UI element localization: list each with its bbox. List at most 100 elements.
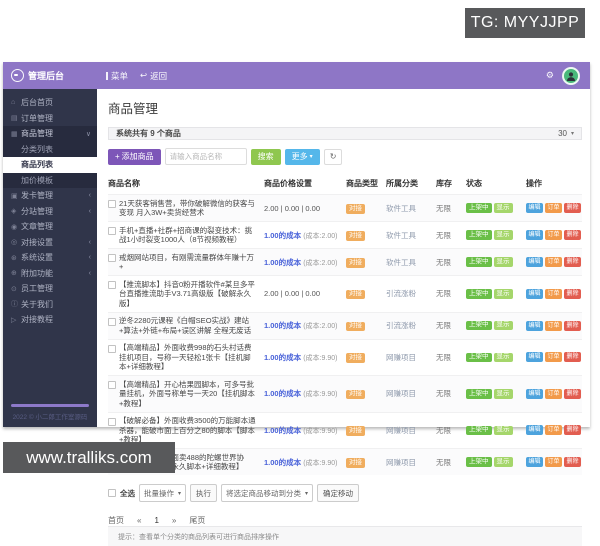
row-checkbox[interactable] [108, 381, 116, 389]
move-category-select[interactable]: 将选定商品移动到分类 ▾ [221, 484, 313, 502]
product-name[interactable]: 【高端精品】开心桔果园脚本，可多号批量挂机，外面号称单号一天20【挂机脚本+教程… [119, 380, 258, 409]
sidebar-item-integration-settings[interactable]: ◎ 对接设置 ‹ [3, 235, 97, 251]
menu-bar-icon [106, 72, 108, 80]
edit-button[interactable]: 编辑 [526, 321, 543, 331]
refresh-button[interactable]: ↻ [324, 149, 343, 165]
more-button[interactable]: 更多 ▾ [285, 149, 320, 165]
product-name[interactable]: 戒烟网站项目，有刚需流量群体年赚十万+ [119, 253, 258, 272]
order-button[interactable]: 订单 [545, 389, 562, 399]
status-badge-visible[interactable]: 显示 [494, 457, 513, 467]
order-button[interactable]: 订单 [545, 457, 562, 467]
sidebar-item-tutorial[interactable]: ▷ 对接教程 [3, 312, 97, 328]
page-first[interactable]: 首页 [108, 515, 124, 526]
status-badge-onsale[interactable]: 上架中 [466, 457, 492, 467]
sidebar-item-substation[interactable]: ◈ 分站管理 ‹ [3, 204, 97, 220]
status-badge-visible[interactable]: 显示 [494, 321, 513, 331]
status-badge-onsale[interactable]: 上架中 [466, 257, 492, 267]
search-input[interactable] [165, 148, 247, 165]
status-badge-onsale[interactable]: 上架中 [466, 203, 492, 213]
status-badge-onsale[interactable]: 上架中 [466, 426, 492, 436]
select-all-checkbox[interactable] [108, 489, 116, 497]
order-button[interactable]: 订单 [545, 289, 562, 299]
search-button[interactable]: 搜索 [251, 149, 281, 165]
status-badge-visible[interactable]: 显示 [494, 389, 513, 399]
edit-button[interactable]: 编辑 [526, 230, 543, 240]
delete-button[interactable]: 删除 [564, 389, 581, 399]
order-button[interactable]: 订单 [545, 321, 562, 331]
product-name[interactable]: 手机+直播+社群+招商课的裂变技术：挑战1小时裂变1000人（8节视频教程） [119, 226, 258, 245]
row-checkbox[interactable] [108, 281, 116, 289]
sidebar-item-markup-template[interactable]: 加价模板 [3, 173, 97, 189]
product-name[interactable]: 【高端精品】外面收费998的石头村话费挂机项目，号称一天轻松1张卡【挂机脚本+详… [119, 343, 258, 372]
brand[interactable]: 管理后台 [3, 69, 94, 82]
product-name[interactable]: 【推流脚本】抖音0粉开播软件#某旦多平台直播推流助手V3.71高级版【破解永久版… [119, 280, 258, 309]
product-name[interactable]: 逆冬2280元课程《白帽SEO实战》建站+算法+外链+布局+误区讲解 全程无废话 [119, 316, 258, 335]
add-product-label: 添加商品 [122, 153, 154, 161]
delete-button[interactable]: 删除 [564, 425, 581, 435]
sidebar-item-orders[interactable]: ▤ 订单管理 [3, 111, 97, 127]
page-prev[interactable]: « [137, 516, 141, 525]
batch-action-select[interactable]: 批量操作 ▾ [139, 484, 186, 502]
row-checkbox[interactable] [108, 254, 116, 262]
status-badge-visible[interactable]: 显示 [494, 257, 513, 267]
edit-button[interactable]: 编辑 [526, 389, 543, 399]
order-button[interactable]: 订单 [545, 230, 562, 240]
order-button[interactable]: 订单 [545, 257, 562, 267]
sidebar-item-about[interactable]: ⓘ 关于我们 [3, 297, 97, 313]
status-badge-visible[interactable]: 显示 [494, 203, 513, 213]
delete-button[interactable]: 删除 [564, 203, 581, 213]
status-badge-visible[interactable]: 显示 [494, 426, 513, 436]
edit-button[interactable]: 编辑 [526, 352, 543, 362]
delete-button[interactable]: 删除 [564, 289, 581, 299]
back-link[interactable]: ↩ 返回 [140, 70, 167, 82]
row-checkbox[interactable] [108, 345, 116, 353]
menu-link[interactable]: 菜单 [106, 70, 128, 82]
sidebar-footer: 2022 © 小二郎工作室源码 [3, 404, 97, 427]
order-button[interactable]: 订单 [545, 352, 562, 362]
wrench-icon[interactable]: ⚙ [546, 70, 554, 81]
execute-button[interactable]: 执行 [190, 484, 217, 502]
row-checkbox[interactable] [108, 318, 116, 326]
edit-button[interactable]: 编辑 [526, 457, 543, 467]
status-badge-onsale[interactable]: 上架中 [466, 353, 492, 363]
page-current[interactable]: 1 [154, 516, 158, 525]
row-checkbox[interactable] [108, 227, 116, 235]
order-button[interactable]: 订单 [545, 203, 562, 213]
status-badge-visible[interactable]: 显示 [494, 230, 513, 240]
sidebar-item-staff[interactable]: ⊙ 员工管理 [3, 281, 97, 297]
product-name[interactable]: 【破解必备】外面收费3500的万能脚本通杀器，能破市面上百分之80的脚本【脚本+… [119, 416, 258, 445]
sidebar-item-addons[interactable]: ⊕ 附加功能 ‹ [3, 266, 97, 282]
user-avatar[interactable] [562, 67, 580, 85]
sidebar-item-articles[interactable]: ◉ 文章管理 [3, 219, 97, 235]
row-checkbox[interactable] [108, 200, 116, 208]
sidebar-item-products[interactable]: ▦ 商品管理 ∨ [3, 126, 97, 142]
delete-button[interactable]: 删除 [564, 457, 581, 467]
delete-button[interactable]: 删除 [564, 230, 581, 240]
page-next[interactable]: » [172, 516, 176, 525]
page-last[interactable]: 尾页 [189, 515, 205, 526]
sidebar-item-home[interactable]: ⌂ 后台首页 [3, 95, 97, 111]
row-checkbox[interactable] [108, 418, 116, 426]
edit-button[interactable]: 编辑 [526, 289, 543, 299]
edit-button[interactable]: 编辑 [526, 257, 543, 267]
add-product-button[interactable]: + 添加商品 [108, 149, 161, 165]
delete-button[interactable]: 删除 [564, 352, 581, 362]
product-name[interactable]: 21天获客销售营，带你破解微信的获客与变现 月入3W+卖货经营术 [119, 199, 258, 218]
status-badge-visible[interactable]: 显示 [494, 289, 513, 299]
edit-button[interactable]: 编辑 [526, 425, 543, 435]
status-badge-onsale[interactable]: 上架中 [466, 389, 492, 399]
confirm-move-button[interactable]: 确定移动 [317, 484, 359, 502]
edit-button[interactable]: 编辑 [526, 203, 543, 213]
sidebar-item-system-settings[interactable]: ⊛ 系统设置 ‹ [3, 250, 97, 266]
status-badge-onsale[interactable]: 上架中 [466, 230, 492, 240]
delete-button[interactable]: 删除 [564, 257, 581, 267]
order-button[interactable]: 订单 [545, 425, 562, 435]
status-badge-visible[interactable]: 显示 [494, 353, 513, 363]
delete-button[interactable]: 删除 [564, 321, 581, 331]
status-badge-onsale[interactable]: 上架中 [466, 321, 492, 331]
sidebar-item-card-manage[interactable]: ▣ 发卡管理 ‹ [3, 188, 97, 204]
status-badge-onsale[interactable]: 上架中 [466, 289, 492, 299]
sidebar-item-product-list[interactable]: 商品列表 [3, 157, 97, 173]
page-size-select[interactable]: 30 ▾ [558, 129, 574, 138]
sidebar-item-category-list[interactable]: 分类列表 [3, 142, 97, 158]
